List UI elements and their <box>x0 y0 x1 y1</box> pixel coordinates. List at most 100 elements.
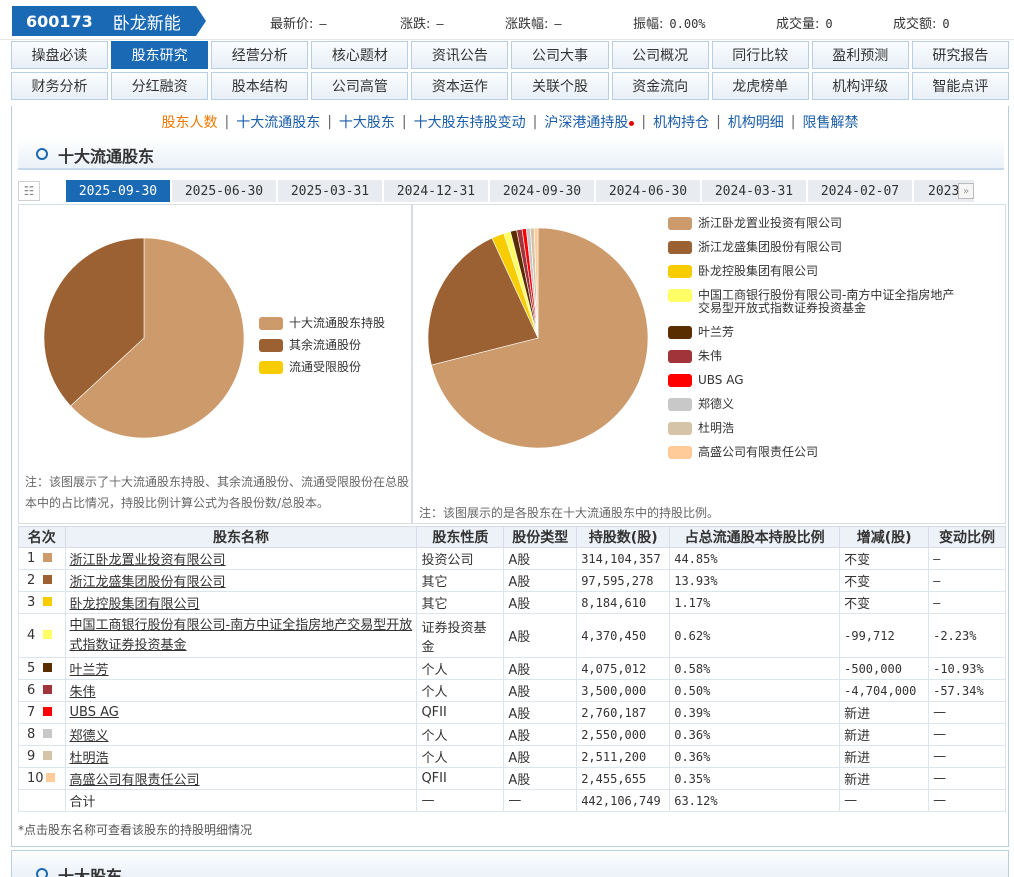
date-tab[interactable]: 2024-12-31 <box>384 180 488 202</box>
table-row: 4 中国工商银行股份有限公司-南方中证全指房地产交易型开放式指数证券投资基金 证券投… <box>18 613 1006 658</box>
legend-label: 高盛公司有限责任公司 <box>698 445 819 459</box>
legend-swatch <box>668 241 692 254</box>
subnav-link[interactable]: 股东人数 <box>161 112 217 132</box>
stock-code-badge: 600173 卧龙新能 <box>12 6 206 36</box>
change-shares-cell: -99,712 <box>839 613 930 658</box>
subnav-link[interactable]: 机构明细 <box>728 112 784 132</box>
legend-item: 流通受限股份 <box>259 361 385 374</box>
change-ratio-cell: -10.93% <box>928 657 1006 680</box>
nav-tab[interactable]: 同行比较 <box>711 41 809 69</box>
legend-label: 郑德义 <box>698 397 735 411</box>
nav-tab[interactable]: 资本运作 <box>411 72 509 100</box>
date-tab[interactable]: 2025-09-30 <box>66 180 170 202</box>
date-tab[interactable]: 2025-03-31 <box>278 180 382 202</box>
legend-label: 十大流通股东持股 <box>289 316 386 330</box>
holder-name-cell: 杜明浩 <box>64 745 418 768</box>
nav-tab[interactable]: 公司高管 <box>311 72 409 100</box>
nav-tab[interactable]: 资讯公告 <box>411 41 509 69</box>
legend-swatch <box>668 326 692 339</box>
holder-name-cell: 郑德义 <box>64 723 418 746</box>
holder-name-link[interactable]: 卧龙控股集团有限公司 <box>70 597 200 612</box>
next-arrow-icon[interactable]: » <box>958 183 974 199</box>
subnav-link[interactable]: 十大股东持股变动 <box>414 112 526 132</box>
holder-name-link[interactable]: 朱伟 <box>70 685 96 700</box>
legend-item: UBS AG <box>668 374 958 387</box>
holder-name-cell: UBS AG <box>64 701 418 724</box>
nav-tab[interactable]: 股东研究 <box>111 41 209 69</box>
rank-color-swatch <box>43 553 53 562</box>
change-shares-cell: 新进 <box>839 701 930 724</box>
nav-tab[interactable]: 公司大事 <box>511 41 609 69</box>
date-tab[interactable]: 2024-03-31 <box>702 180 806 202</box>
rank-number: 9 <box>27 749 36 764</box>
legend-swatch <box>668 398 692 411</box>
legend-label: 朱伟 <box>698 349 723 363</box>
legend-label: 中国工商银行股份有限公司-南方中证全指房地产交易型开放式指数证券投资基金 <box>698 288 955 315</box>
nav-tab[interactable]: 操盘必读 <box>11 41 109 69</box>
change-ratio-cell: — <box>928 745 1006 768</box>
change-shares-cell: 新进 <box>839 745 930 768</box>
holder-name-link[interactable]: 浙江龙盛集团股份有限公司 <box>70 575 226 590</box>
badge-arrow <box>196 6 206 36</box>
nav-tab[interactable]: 财务分析 <box>11 72 109 100</box>
nav-tab[interactable]: 关联个股 <box>511 72 609 100</box>
date-tabs: ☷ 2025-09-30 2025-06-30 2025-03-31 2024-12-… <box>18 180 1004 202</box>
nav-tab[interactable]: 分红融资 <box>111 72 209 100</box>
quote-item: 成交量: 0 <box>776 13 833 32</box>
nav-tab[interactable]: 公司概况 <box>611 41 709 69</box>
list-icon[interactable]: ☷ <box>18 181 40 201</box>
subnav-link[interactable]: 沪深港通持股 <box>544 112 628 132</box>
share-type-cell: A股 <box>503 657 578 680</box>
holder-name-link[interactable]: 叶兰芳 <box>70 663 109 678</box>
stock-code: 600173 <box>26 11 93 31</box>
nav-tab[interactable]: 股本结构 <box>211 72 309 100</box>
rank-color-swatch <box>43 729 53 738</box>
date-tab[interactable]: 2024-02-07 <box>808 180 912 202</box>
subnav-link[interactable]: 机构持仓 <box>653 112 709 132</box>
share-count-cell: 4,075,012 <box>576 657 671 680</box>
column-header: 股东名称 <box>64 526 418 548</box>
legend-item: 十大流通股东持股 <box>259 317 385 330</box>
quote-label: 涨跌: <box>400 17 431 32</box>
holder-type-cell: 其它 <box>416 591 505 614</box>
legend-label: 杜明浩 <box>698 421 735 435</box>
holder-name-link[interactable]: 浙江卧龙置业投资有限公司 <box>70 553 226 568</box>
holding-ratio-cell: 0.36% <box>669 723 841 746</box>
nav-tab[interactable]: 研究报告 <box>911 41 1009 69</box>
nav-tab[interactable]: 机构评级 <box>811 72 909 100</box>
holder-name-link[interactable]: 杜明浩 <box>70 751 109 766</box>
holder-name-link[interactable]: 郑德义 <box>70 729 109 744</box>
nav-tab[interactable]: 龙虎榜单 <box>711 72 809 100</box>
nav-tab[interactable]: 智能点评 <box>911 72 1009 100</box>
total-share-cell: — <box>503 789 578 812</box>
right-chart-note: 注：该图展示的是各股东在十大流通股东中的持股比例。 <box>419 506 720 520</box>
holder-name-link[interactable]: 高盛公司有限责任公司 <box>70 773 200 788</box>
date-tab[interactable]: 2024-06-30 <box>596 180 700 202</box>
share-type-cell: A股 <box>503 767 578 790</box>
legend-item: 卧龙控股集团有限公司 <box>668 265 958 278</box>
quote-item: 成交额: 0 <box>893 13 950 32</box>
holder-name-cell: 卧龙控股集团有限公司 <box>64 591 418 614</box>
nav-tab[interactable]: 核心题材 <box>311 41 409 69</box>
legend-swatch <box>668 217 692 230</box>
nav-tab[interactable]: 盈利预测 <box>811 41 909 69</box>
share-count-cell: 97,595,278 <box>576 569 671 592</box>
date-tab[interactable]: 2024-09-30 <box>490 180 594 202</box>
subnav-link[interactable]: 十大股东 <box>339 112 395 132</box>
subnav-link[interactable]: 十大流通股东 <box>236 112 320 132</box>
holder-type-cell: 证券投资基金 <box>416 613 505 658</box>
nav-tab[interactable]: 经营分析 <box>211 41 309 69</box>
share-count-cell: 2,455,655 <box>576 767 671 790</box>
subnav-separator: | <box>532 114 538 130</box>
holder-name-link[interactable]: 中国工商银行股份有限公司-南方中证全指房地产交易型开放式指数证券投资基金 <box>70 618 413 653</box>
legend-item: 郑德义 <box>668 398 958 411</box>
nav-tab[interactable]: 资金流向 <box>611 72 709 100</box>
top10-float-holders-table: 名次 股东名称 股东性质 股份类型 持股数(股) 占总流通股本持股比例 增减(股) 变动比例 … <box>18 526 1006 812</box>
date-tab[interactable]: 2025-06-30 <box>172 180 276 202</box>
legend-label: 流通受限股份 <box>289 360 362 374</box>
holding-ratio-cell: 0.35% <box>669 767 841 790</box>
holder-name-link[interactable]: UBS AG <box>70 705 119 720</box>
rank-number: 10 <box>27 771 44 786</box>
subnav-link[interactable]: 限售解禁 <box>803 112 859 132</box>
total-count-cell: 442,106,749 <box>576 789 671 812</box>
